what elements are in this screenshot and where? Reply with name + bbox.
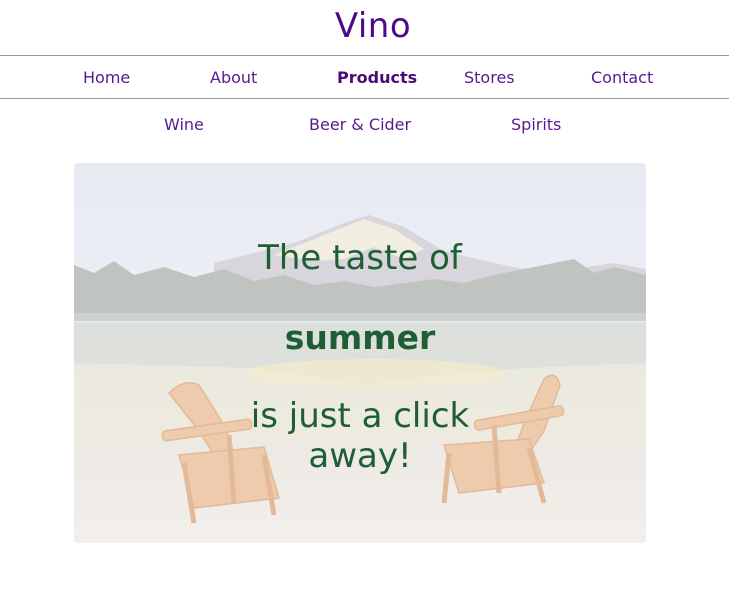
- nav-home-link[interactable]: Home: [83, 68, 130, 88]
- subnav-spirits-link[interactable]: Spirits: [511, 115, 561, 135]
- hero-headline-line3a: is just a click: [250, 396, 470, 436]
- nav-contact-link[interactable]: Contact: [591, 68, 653, 88]
- main-nav: Home About Products Stores Contact: [0, 55, 729, 99]
- nav-about-link[interactable]: About: [210, 68, 257, 88]
- nav-stores-link[interactable]: Stores: [464, 68, 515, 88]
- site-title: Vino: [334, 6, 412, 46]
- hero-headline-line3b: away!: [308, 436, 412, 476]
- hero-headline-line1: The taste of: [258, 238, 462, 278]
- hero-banner: The taste of summer is just a click away…: [74, 163, 646, 543]
- nav-products-link[interactable]: Products: [337, 68, 417, 88]
- hero-headline-emphasis: summer: [284, 318, 436, 357]
- subnav-beer-cider-link[interactable]: Beer & Cider: [309, 115, 411, 135]
- subnav-wine-link[interactable]: Wine: [164, 115, 204, 135]
- hero-headline-line3: is just a click away!: [74, 396, 646, 476]
